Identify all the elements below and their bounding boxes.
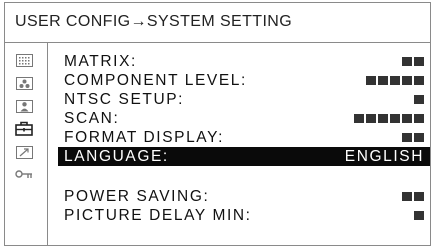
level-indicator xyxy=(354,114,424,123)
level-block xyxy=(402,57,412,66)
level-block xyxy=(414,95,424,104)
level-block xyxy=(414,76,424,85)
level-indicator xyxy=(414,95,424,104)
menu-item-ntsc-setup[interactable]: NTSC SETUP: xyxy=(64,91,424,108)
level-block xyxy=(402,114,412,123)
level-block xyxy=(390,76,400,85)
menu-item-power-saving[interactable]: POWER SAVING: xyxy=(64,188,424,205)
level-block xyxy=(378,114,388,123)
page-title: USER CONFIG→SYSTEM SETTING xyxy=(15,13,293,30)
settings-menu: MATRIX: COMPONENT LEVEL: NTSC SETUP: SCA… xyxy=(48,43,430,245)
language-value: ENGLISH xyxy=(344,148,424,165)
menu-item-label: FORMAT DISPLAY: xyxy=(64,129,225,146)
menu-item-label: COMPONENT LEVEL: xyxy=(64,72,247,89)
menu-item-label: POWER SAVING: xyxy=(64,188,210,205)
menu-item-language[interactable]: LANGUAGE: ENGLISH xyxy=(58,147,430,166)
level-block xyxy=(402,192,412,201)
level-indicator xyxy=(402,192,424,201)
level-indicator xyxy=(366,76,424,85)
arrow-icon[interactable] xyxy=(15,145,33,160)
level-indicator xyxy=(414,211,424,220)
level-indicator xyxy=(402,57,424,66)
level-block xyxy=(402,133,412,142)
level-block xyxy=(354,114,364,123)
menu-item-label: MATRIX: xyxy=(64,53,137,70)
level-block xyxy=(414,114,424,123)
level-block xyxy=(414,211,424,220)
menu-item-label: LANGUAGE: xyxy=(64,148,169,165)
menu-item-label: PICTURE DELAY MIN: xyxy=(64,207,252,224)
level-block xyxy=(366,114,376,123)
level-block xyxy=(366,76,376,85)
menu-item-label: NTSC SETUP: xyxy=(64,91,185,108)
person-icon[interactable] xyxy=(15,99,33,114)
title-bar: USER CONFIG→SYSTEM SETTING xyxy=(5,3,430,43)
matrix-grid-icon[interactable] xyxy=(15,53,33,68)
menu-item-label: SCAN: xyxy=(64,110,120,127)
level-block xyxy=(414,192,424,201)
menu-item-matrix[interactable]: MATRIX: xyxy=(64,53,424,70)
level-block xyxy=(414,57,424,66)
menu-item-format-display[interactable]: FORMAT DISPLAY: xyxy=(64,129,424,146)
level-block xyxy=(402,76,412,85)
level-block xyxy=(378,76,388,85)
key-icon[interactable] xyxy=(15,167,33,182)
menu-item-component-level[interactable]: COMPONENT LEVEL: xyxy=(64,72,424,89)
menu-item-picture-delay-min[interactable]: PICTURE DELAY MIN: xyxy=(64,207,424,224)
level-indicator xyxy=(402,133,424,142)
level-block xyxy=(390,114,400,123)
color-dots-icon[interactable] xyxy=(15,76,33,91)
settings-panel: USER CONFIG→SYSTEM SETTING MATRIX: COMPO… xyxy=(4,2,431,246)
sidebar xyxy=(5,43,48,245)
menu-item-scan[interactable]: SCAN: xyxy=(64,110,424,127)
level-block xyxy=(414,133,424,142)
toolbox-icon[interactable] xyxy=(15,121,33,136)
